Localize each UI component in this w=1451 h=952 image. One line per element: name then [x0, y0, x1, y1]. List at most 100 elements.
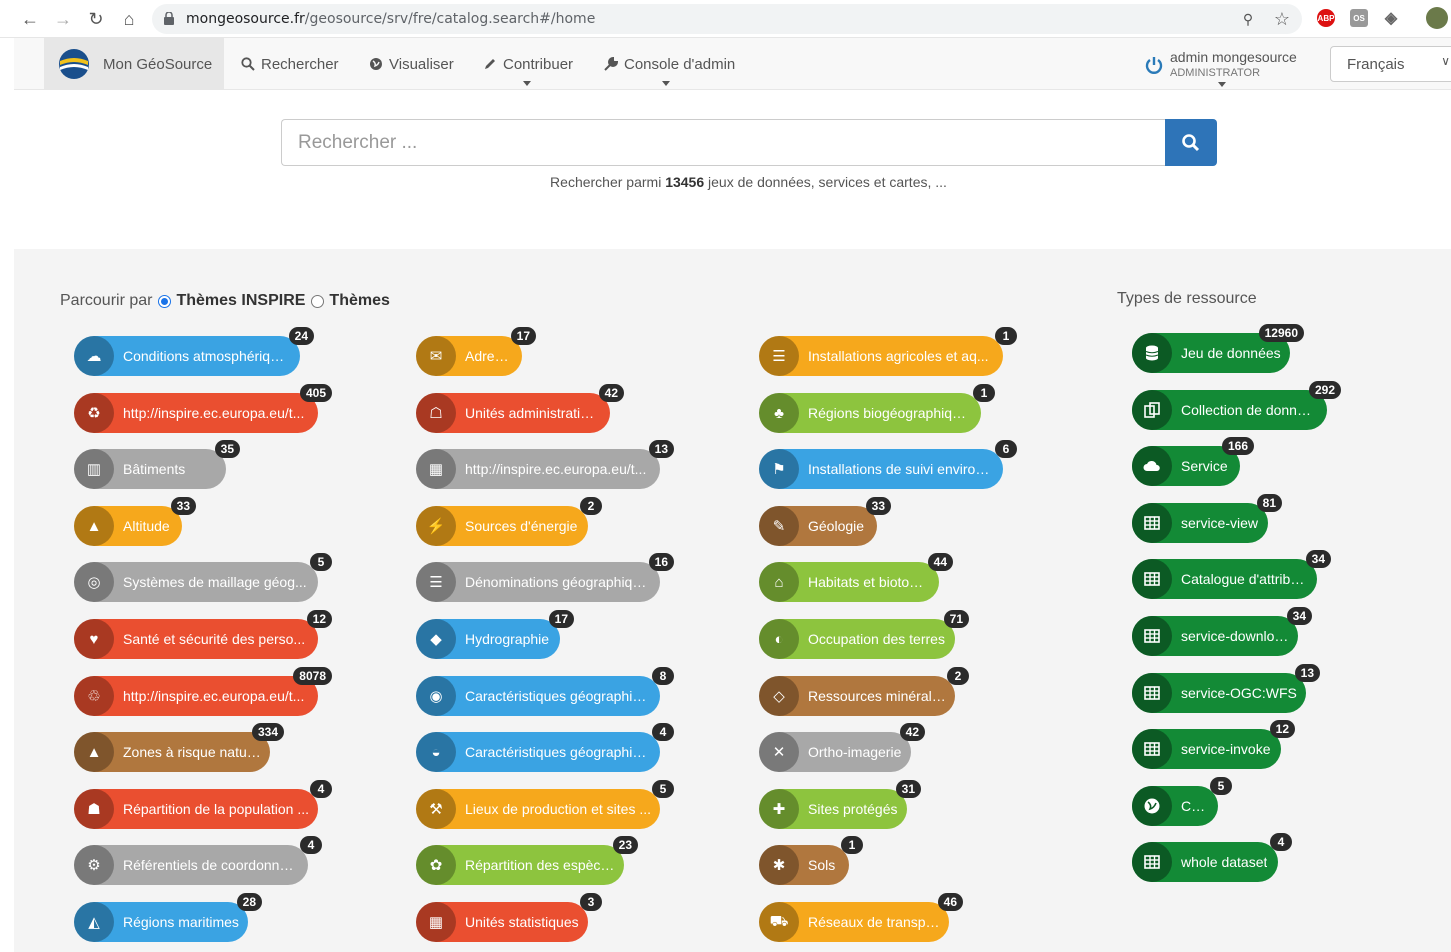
theme-label: Bâtiments [123, 461, 186, 477]
theme-item[interactable]: ▲ Altitude 33 [74, 497, 196, 546]
adblock-icon[interactable]: ABP [1317, 9, 1335, 27]
theme-item[interactable]: ✱ Sols 1 [759, 836, 863, 885]
resource-type-item[interactable]: Catalogue d'attributs 34 [1132, 550, 1331, 599]
theme-item[interactable]: ◉ Caractéristiques géographiq... 8 [416, 667, 674, 716]
theme-icon-circle: ✿ [416, 845, 456, 885]
theme-item[interactable]: ☰ Installations agricoles et aq... 1 [759, 327, 1017, 376]
theme-item[interactable]: ♲ http://inspire.ec.europa.eu/t... 8078 [74, 667, 332, 716]
theme-item[interactable]: ◎ Systèmes de maillage géog... 5 [74, 553, 332, 602]
resource-type-item[interactable]: service-OGC:WFS 13 [1132, 664, 1320, 713]
reload-icon[interactable]: ↻ [84, 7, 108, 31]
table-icon [1144, 855, 1160, 869]
theme-item[interactable]: ◒ Caractéristiques géographiq... 4 [416, 723, 674, 772]
count-badge: 4 [310, 780, 332, 798]
theme-item[interactable]: ▥ Bâtiments 35 [74, 440, 240, 489]
theme-item[interactable]: ⛟ Réseaux de transport 46 [759, 893, 963, 942]
theme-label: Hydrographie [465, 631, 550, 647]
count-badge: 12 [1269, 720, 1295, 738]
table-icon [1144, 686, 1160, 700]
nav-rechercher[interactable]: Rechercher [241, 38, 339, 90]
resource-type-item[interactable]: Service 166 [1132, 437, 1254, 486]
key-icon[interactable]: ⚲ [1236, 7, 1260, 31]
theme-item[interactable]: ♣ Régions biogéographiques 1 [759, 384, 995, 433]
app-navbar: Mon GéoSource Rechercher Visualiser Cont… [14, 38, 1451, 90]
theme-icon: ⚑ [772, 461, 786, 478]
theme-item[interactable]: ☗ Répartition de la population ... 4 [74, 780, 332, 829]
theme-item[interactable]: ✉ Adresses 17 [416, 327, 536, 376]
radio-inspire-label[interactable]: Thèmes INSPIRE [176, 292, 305, 310]
resource-type-item[interactable]: Jeu de données 12960 [1132, 324, 1304, 373]
nav-visualiser[interactable]: Visualiser [369, 38, 454, 90]
profile-avatar[interactable] [1426, 7, 1448, 29]
nav-contribuer[interactable]: Contribuer [483, 38, 573, 90]
resource-type-item[interactable]: whole dataset 4 [1132, 833, 1292, 882]
radio-themes-label[interactable]: Thèmes [329, 292, 389, 310]
theme-label: Régions maritimes [123, 914, 239, 930]
theme-item[interactable]: ✿ Répartition des espèces 23 [416, 836, 638, 885]
diamond-extension-icon[interactable]: ◈ [1382, 9, 1400, 27]
search-input[interactable]: Rechercher ... [281, 119, 1166, 166]
resource-type-item[interactable]: service-view 81 [1132, 494, 1282, 543]
count-badge: 34 [1286, 607, 1312, 625]
theme-item[interactable]: ▦ Unités statistiques 3 [416, 893, 602, 942]
resource-type-label: Service [1181, 458, 1228, 474]
back-icon[interactable]: ← [18, 7, 42, 31]
theme-item[interactable]: ◇ Ressources minérales 2 [759, 667, 969, 716]
browser-toolbar: ← → ↻ ⌂ mongeosource.fr/geosource/srv/fr… [0, 0, 1451, 38]
theme-item[interactable]: ⚒ Lieux de production et sites ... 5 [416, 780, 674, 829]
count-badge: 12 [306, 610, 332, 628]
theme-icon: ☰ [429, 574, 443, 591]
count-badge: 13 [648, 440, 674, 458]
radio-themes[interactable] [311, 294, 325, 308]
theme-item[interactable]: ♻ http://inspire.ec.europa.eu/t... 405 [74, 384, 332, 433]
theme-item[interactable]: ◭ Régions maritimes 28 [74, 893, 262, 942]
theme-item[interactable]: ▦ http://inspire.ec.europa.eu/t... 13 [416, 440, 674, 489]
theme-item[interactable]: ✕ Ortho-imagerie 42 [759, 723, 925, 772]
theme-label: Altitude [123, 518, 170, 534]
theme-item[interactable]: ☁ Conditions atmosphériques 24 [74, 327, 314, 376]
theme-icon: ⚡ [426, 518, 446, 535]
theme-item[interactable]: ⚙ Référentiels de coordonnées 4 [74, 836, 322, 885]
theme-icon: ▥ [86, 461, 102, 478]
theme-icon: ◐ [774, 630, 784, 648]
theme-item[interactable]: ✎ Géologie 33 [759, 497, 891, 546]
count-badge: 292 [1308, 381, 1341, 399]
theme-item[interactable]: ☖ Unités administratives 42 [416, 384, 624, 433]
theme-item[interactable]: ◆ Hydrographie 17 [416, 610, 574, 659]
geosource-logo-icon [59, 49, 89, 79]
theme-icon-circle: ⛟ [759, 902, 799, 942]
theme-item[interactable]: ▲ Zones à risque naturel 334 [74, 723, 284, 772]
star-icon[interactable]: ☆ [1270, 7, 1294, 31]
theme-item[interactable]: ♥ Santé et sécurité des perso... 12 [74, 610, 332, 659]
theme-icon-circle: ◎ [74, 562, 114, 602]
theme-item[interactable]: ⚑ Installations de suivi environ... 6 [759, 440, 1017, 489]
theme-item[interactable]: ⌂ Habitats et biotopes 44 [759, 553, 953, 602]
theme-item[interactable]: ◐ Occupation des terres 71 [759, 610, 969, 659]
theme-item[interactable]: ✚ Sites protégés 31 [759, 780, 921, 829]
theme-item[interactable]: ⚡ Sources d'énergie 2 [416, 497, 602, 546]
nav-console-admin[interactable]: Console d'admin [604, 38, 735, 90]
home-icon[interactable]: ⌂ [117, 7, 141, 31]
theme-item[interactable]: ☰ Dénominations géographiqu... 16 [416, 553, 674, 602]
theme-icon-circle: ♣ [759, 393, 799, 433]
forward-icon[interactable]: → [51, 7, 75, 31]
theme-icon-circle: ☰ [416, 562, 456, 602]
resource-types-title: Types de ressource [1117, 290, 1257, 307]
database-icon [1145, 345, 1159, 361]
search-button[interactable] [1165, 119, 1217, 166]
extension-icon[interactable]: OS [1350, 9, 1368, 27]
count-badge: 2 [947, 667, 969, 685]
theme-icon: ☖ [429, 405, 443, 422]
resource-type-item[interactable]: Collection de données 292 [1132, 381, 1341, 430]
resource-type-item[interactable]: Carte5 [1132, 777, 1232, 826]
theme-icon: ☰ [772, 348, 786, 365]
brand-link[interactable]: Mon GéoSource [44, 38, 224, 90]
theme-icon: ✚ [772, 801, 786, 818]
radio-inspire[interactable] [158, 294, 172, 308]
resource-type-item[interactable]: service-download 34 [1132, 607, 1312, 656]
language-select[interactable]: Français ∨ [1330, 46, 1451, 82]
address-bar[interactable]: mongeosource.fr/geosource/srv/fre/catalo… [152, 4, 1302, 34]
theme-icon-circle [1132, 842, 1172, 882]
theme-icon-circle: ⌂ [759, 562, 799, 602]
resource-type-item[interactable]: service-invoke 12 [1132, 720, 1295, 769]
